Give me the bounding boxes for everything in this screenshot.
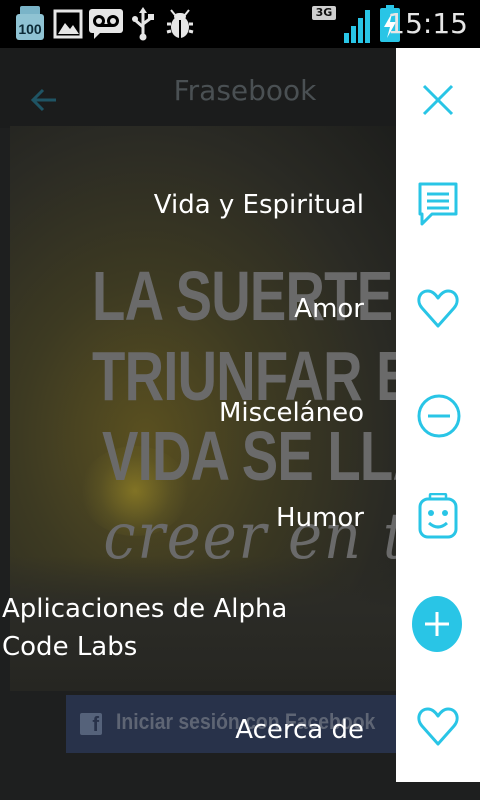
clock: 15:15 — [387, 7, 468, 40]
menu-drawer — [396, 48, 480, 782]
chat-bubble-icon[interactable] — [416, 180, 460, 226]
image-icon — [52, 6, 84, 42]
facebook-icon: f — [80, 713, 102, 736]
menu-label-vida-espiritual[interactable]: Vida y Espiritual — [154, 190, 364, 220]
network-type-badge: 3G — [312, 6, 336, 20]
plus-icon[interactable] — [412, 596, 462, 652]
menu-label-miscelaneo[interactable]: Misceláneo — [219, 398, 364, 428]
voicemail-icon — [88, 6, 124, 42]
debug-bug-icon — [164, 6, 196, 42]
minus-circle-icon[interactable] — [416, 393, 461, 438]
status-bar: 100 3G 15:15 — [0, 0, 480, 48]
menu-label-amor[interactable]: Amor — [294, 294, 364, 324]
usb-icon — [128, 6, 158, 42]
quote-line-3: VIDA SE LLAMA — [102, 417, 396, 495]
close-icon[interactable] — [416, 78, 460, 122]
signal-icon — [342, 8, 372, 44]
heart-icon[interactable] — [416, 286, 460, 330]
menu-label-acerca-de[interactable]: Acerca de — [235, 715, 364, 745]
smiley-face-icon[interactable] — [416, 493, 460, 539]
menu-label-humor[interactable]: Humor — [276, 503, 364, 533]
svg-text:100: 100 — [18, 21, 42, 37]
notification-100-icon: 100 — [14, 4, 46, 42]
menu-label-aplicaciones[interactable]: Aplicaciones de Alpha Code Labs — [2, 590, 352, 666]
heart-outline-icon[interactable] — [416, 704, 460, 748]
